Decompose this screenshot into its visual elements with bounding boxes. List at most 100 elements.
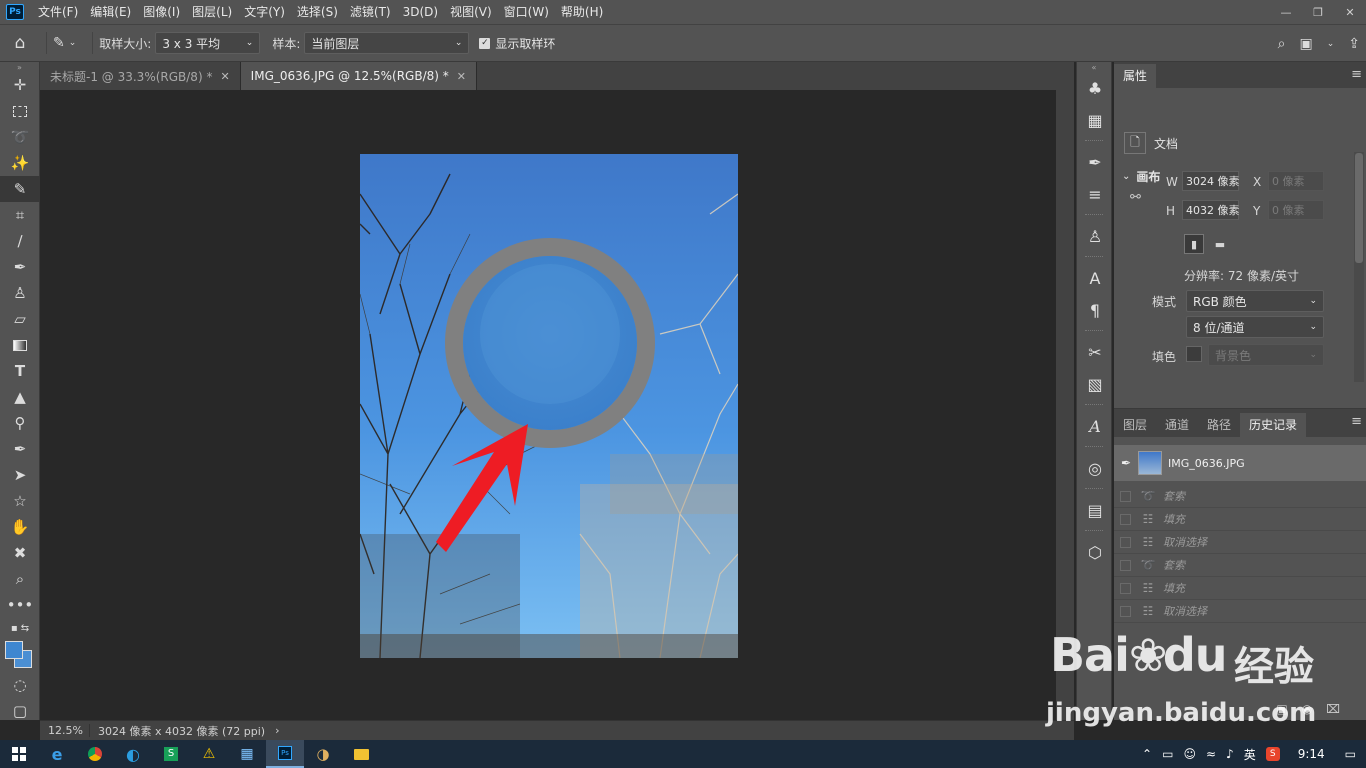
color-mode-select[interactable]: RGB 颜色 ⌄ [1186, 290, 1324, 312]
width-field[interactable]: 3024 像素 [1182, 171, 1240, 191]
height-field[interactable]: 4032 像素 [1182, 200, 1240, 220]
search-icon[interactable]: ⌕ [1278, 36, 1286, 52]
paragraph-icon[interactable]: ¶ [1077, 294, 1113, 326]
menu-layer[interactable]: 图层(L) [186, 0, 238, 24]
menu-edit[interactable]: 编辑(E) [84, 0, 137, 24]
properties-scrollbar[interactable] [1354, 152, 1364, 382]
close-icon[interactable]: ✕ [457, 70, 466, 83]
learn-icon[interactable]: ◎ [1077, 452, 1113, 484]
marquee-tool-icon[interactable] [0, 98, 40, 124]
clock-time[interactable]: 9:14 [1298, 747, 1325, 761]
adjustments-icon[interactable]: ≡ [1077, 178, 1113, 210]
tab-paths[interactable]: 路径 [1198, 413, 1240, 437]
color-icon[interactable]: ♣ [1077, 72, 1113, 104]
wifi-icon[interactable]: ≈ [1206, 747, 1216, 761]
character-icon[interactable]: A [1077, 262, 1113, 294]
wps-sheets-icon[interactable]: S [152, 740, 190, 768]
landscape-icon[interactable]: ▬ [1210, 234, 1230, 254]
document-image[interactable] [360, 154, 738, 658]
menu-type[interactable]: 文字(Y) [238, 0, 291, 24]
portrait-icon[interactable]: ▮ [1184, 234, 1204, 254]
history-checkbox[interactable] [1120, 582, 1131, 594]
color-swatches[interactable] [0, 638, 39, 672]
ime-indicator[interactable]: 英 [1244, 746, 1256, 763]
menu-filter[interactable]: 滤镜(T) [344, 0, 397, 24]
brush-tool-icon[interactable]: ✒ [0, 254, 40, 280]
swatches-icon[interactable]: ▦ [1077, 104, 1113, 136]
history-checkbox[interactable] [1120, 513, 1131, 525]
menu-window[interactable]: 窗口(W) [498, 0, 555, 24]
history-item[interactable]: ☷ 填充 [1114, 508, 1366, 531]
foreground-color-swatch[interactable] [5, 641, 23, 659]
close-icon[interactable]: ✕ [1334, 0, 1366, 24]
menu-view[interactable]: 视图(V) [444, 0, 498, 24]
navigator-icon[interactable]: ▧ [1077, 368, 1113, 400]
history-item[interactable]: ☷ 填充 [1114, 577, 1366, 600]
tab-properties[interactable]: 属性 [1114, 64, 1157, 88]
x-field[interactable]: 0 像素 [1268, 171, 1324, 191]
brush-settings-icon[interactable]: ✒ [1077, 146, 1113, 178]
chevron-down-icon[interactable]: ⌄ [1327, 39, 1335, 49]
history-checkbox[interactable] [1120, 605, 1131, 617]
screen-mode-icon[interactable]: ▢ [0, 698, 40, 724]
blur-tool-icon[interactable]: ▲ [0, 384, 40, 410]
eraser-tool-icon[interactable]: ▱ [0, 306, 40, 332]
close-icon[interactable]: ✕ [220, 70, 229, 83]
qq-icon[interactable]: ☺ [1183, 747, 1196, 761]
healing-tool-icon[interactable]: ✖ [0, 540, 40, 566]
sample-select[interactable]: 当前图层 ⌄ [304, 32, 470, 54]
crop-tool-icon[interactable]: ⌗ [0, 202, 40, 228]
panel-menu-icon[interactable]: ≡ [1351, 67, 1362, 82]
lasso-tool-icon[interactable]: ➰ [0, 124, 40, 150]
sogou-icon[interactable]: S [1265, 747, 1280, 761]
camera-icon[interactable]: ◉ [1302, 702, 1312, 716]
file-manager-icon[interactable]: ▦ [228, 740, 266, 768]
edge-icon[interactable]: ◐ [114, 740, 152, 768]
photoshop-taskbar-icon[interactable]: Ps [266, 740, 304, 768]
fill-swatch[interactable] [1186, 346, 1202, 362]
menu-3d[interactable]: 3D(D) [397, 0, 444, 24]
collapse-icon[interactable]: « [1077, 62, 1111, 72]
menu-image[interactable]: 图像(I) [137, 0, 186, 24]
zoom-level[interactable]: 12.5% [40, 724, 90, 737]
history-item[interactable]: ➰ 套索 [1114, 554, 1366, 577]
history-item[interactable]: ☷ 取消选择 [1114, 531, 1366, 554]
link-icon[interactable]: ⚯ [1130, 190, 1141, 205]
zoom-tool-icon[interactable]: ⌕ [0, 566, 40, 592]
type-tool-icon[interactable]: T [0, 358, 40, 384]
history-checkbox[interactable] [1120, 536, 1131, 548]
sample-size-select[interactable]: 3 x 3 平均 ⌄ [155, 32, 261, 54]
share-icon[interactable]: ⇪ [1348, 36, 1360, 52]
pen-tool-icon[interactable]: ✒ [0, 436, 40, 462]
tab-img-0636[interactable]: IMG_0636.JPG @ 12.5%(RGB/8) * ✕ [240, 62, 477, 90]
tab-untitled[interactable]: 未标题-1 @ 33.3%(RGB/8) * ✕ [40, 62, 241, 90]
move-tool-icon[interactable]: ✛ [0, 72, 40, 98]
3d-icon[interactable]: ⬡ [1077, 536, 1113, 568]
folder-icon[interactable] [342, 740, 380, 768]
app-icon[interactable]: ◑ [304, 740, 342, 768]
menu-help[interactable]: 帮助(H) [555, 0, 609, 24]
panel-menu-icon[interactable]: ≡ [1351, 414, 1362, 429]
glyphs-icon[interactable]: A [1077, 410, 1113, 442]
ie-icon[interactable]: e [38, 740, 76, 768]
history-item[interactable]: ➰ 套索 [1114, 485, 1366, 508]
quick-mask-icon[interactable]: ◌ [0, 672, 40, 698]
swap-colors-icon[interactable]: ▪ ⇆ [0, 618, 40, 638]
hand-tool-icon[interactable]: ✋ [0, 514, 40, 540]
tab-channels[interactable]: 通道 [1156, 413, 1198, 437]
menu-file[interactable]: 文件(F) [32, 0, 84, 24]
chrome-icon[interactable] [76, 740, 114, 768]
new-document-icon[interactable]: ▣ [1276, 702, 1287, 716]
trash-icon[interactable]: ⌧ [1326, 702, 1340, 716]
tab-layers[interactable]: 图层 [1114, 413, 1156, 437]
tool-preset-picker[interactable]: ✎ ⌄ [53, 35, 76, 51]
notification-icon[interactable]: ▭ [1345, 747, 1356, 761]
chevron-right-icon[interactable]: › [275, 724, 279, 737]
magic-wand-tool-icon[interactable]: ✨ [0, 150, 40, 176]
eyedropper-tool-icon[interactable]: ✎ [0, 176, 40, 202]
warning-icon[interactable]: ⚠ [190, 740, 228, 768]
frame-tool-icon[interactable]: ∕ [0, 228, 40, 254]
history-checkbox[interactable] [1120, 490, 1131, 502]
chevron-up-icon[interactable]: ⌃ [1142, 747, 1152, 761]
history-snapshot[interactable]: ✒ IMG_0636.JPG [1114, 445, 1366, 481]
